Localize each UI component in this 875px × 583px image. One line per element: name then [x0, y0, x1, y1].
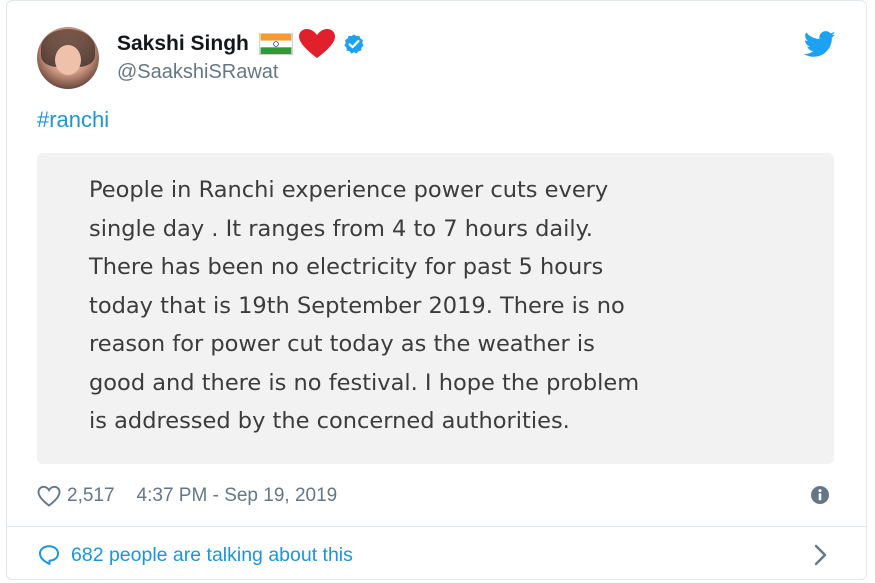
talking-about-text[interactable]: 682 people are talking about this [71, 544, 353, 567]
image-text: People in Ranchi experience power cuts e… [89, 177, 640, 434]
info-icon[interactable] [810, 485, 830, 505]
tweet-timestamp[interactable]: 4:37 PM - Sep 19, 2019 [137, 485, 338, 507]
author-handle[interactable]: @SaakshiSRawat [117, 61, 278, 84]
heart-icon[interactable] [37, 485, 61, 507]
indian-flag-icon [258, 33, 293, 55]
display-name[interactable]: Sakshi Singh [117, 32, 249, 56]
tweet-meta-row: 2,517 4:37 PM - Sep 19, 2019 [37, 483, 337, 509]
like-count[interactable]: 2,517 [67, 485, 115, 507]
hashtag-link[interactable]: #ranchi [37, 107, 109, 133]
conversation-link[interactable]: 682 people are talking about this [37, 541, 836, 569]
tweet-card: Sakshi Singh @SaakshiSRawat #ranchi Peop… [6, 0, 867, 580]
reply-bubble-icon [39, 545, 59, 565]
tweet-media-image[interactable]: People in Ranchi experience power cuts e… [37, 153, 834, 464]
verified-badge-icon [344, 34, 364, 54]
chevron-right-icon[interactable] [810, 543, 830, 567]
author-name-row[interactable]: Sakshi Singh [117, 27, 365, 61]
red-heart-icon [298, 29, 335, 58]
avatar[interactable] [37, 27, 99, 89]
divider [7, 526, 866, 527]
avatar-face [55, 45, 81, 75]
twitter-bird-icon[interactable] [804, 31, 836, 58]
